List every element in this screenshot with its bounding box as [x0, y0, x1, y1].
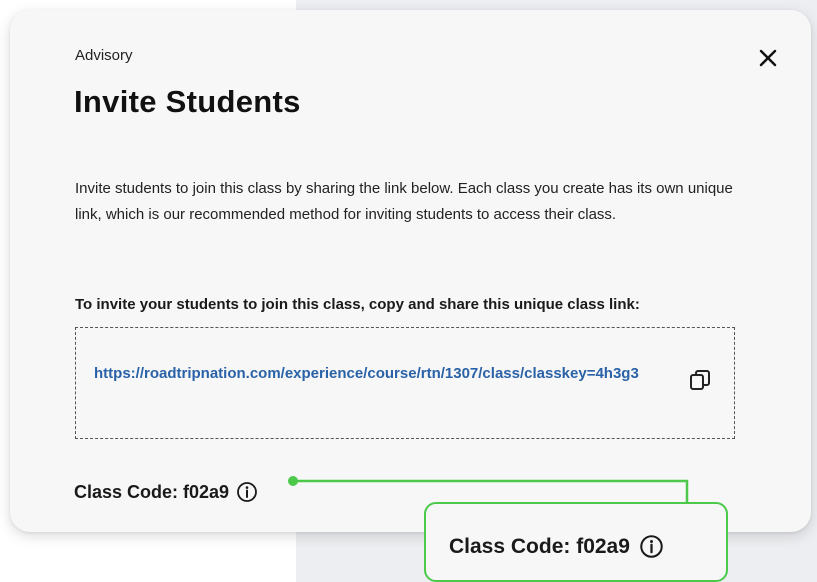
class-code: Class Code: f02a9 — [74, 481, 258, 503]
class-code-text: Class Code: f02a9 — [74, 481, 230, 502]
copy-icon — [690, 370, 710, 390]
callout-class-code: Class Code: f02a9 — [449, 534, 664, 559]
callout-class-code-text: Class Code: f02a9 — [449, 534, 630, 558]
class-link-box: https://roadtripnation.com/experience/co… — [75, 327, 735, 439]
info-icon — [639, 534, 664, 559]
instruction-text: To invite your students to join this cla… — [75, 296, 640, 313]
info-icon[interactable] — [236, 481, 258, 503]
page-title: Invite Students — [74, 84, 301, 119]
class-code-callout: Class Code: f02a9 — [424, 502, 728, 582]
close-icon — [759, 49, 777, 67]
description-text: Invite students to join this class by sh… — [75, 180, 733, 223]
close-button[interactable] — [755, 45, 781, 71]
class-link[interactable]: https://roadtripnation.com/experience/co… — [94, 361, 654, 387]
invite-students-modal: Advisory Invite Students Invite students… — [10, 10, 811, 532]
class-name-label: Advisory — [75, 47, 133, 64]
copy-link-button[interactable] — [688, 368, 712, 392]
